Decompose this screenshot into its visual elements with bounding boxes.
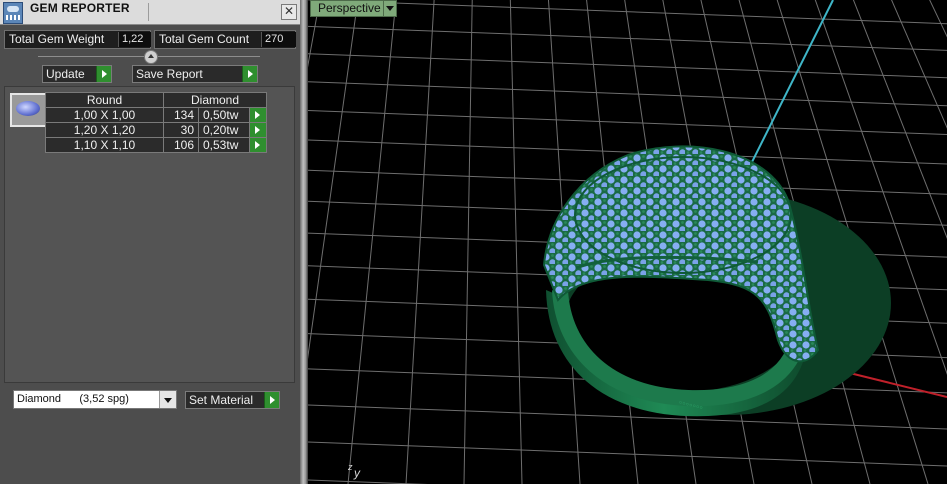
grid-line [308,0,468,484]
total-gem-count-value: 270 [261,32,296,47]
grid-line [308,0,463,484]
grid-line [308,0,459,484]
grid-line [308,81,947,107]
panel-title: GEM REPORTER [30,1,130,15]
grid-line [308,0,461,484]
grid-line [308,0,455,484]
gem-report-table: Round Diamond 1,00 X 1,00 134 0,50tw 1,2… [45,92,267,153]
grid-line [308,0,475,484]
close-icon[interactable]: ✕ [281,4,297,20]
row-select-button[interactable] [249,122,267,138]
save-report-button-label: Save Report [136,67,203,81]
grid-line [308,0,474,484]
grid-line [308,0,460,484]
panel-titlebar: GEM REPORTER ✕ [0,0,300,25]
update-button-label: Update [46,67,85,81]
grid-line [308,0,479,484]
gem-size-cell: 1,10 X 1,10 [45,137,164,153]
row-select-button[interactable] [249,107,267,123]
grid-line [308,0,464,484]
grid-line [308,0,321,68]
grid-line [308,0,467,484]
total-gem-weight-label: Total Gem Weight [9,32,105,46]
table-row: 1,10 X 1,10 106 0,53tw [45,137,267,153]
view-mode-label[interactable]: Perspective [310,0,388,17]
grid-line [308,0,482,484]
column-header-shape: Round [45,92,164,108]
grid-line [308,0,478,484]
grid-line [308,0,457,484]
grid-line [308,441,947,467]
play-arrow-icon [264,392,279,408]
grid-line [308,25,947,51]
grid-line [308,0,476,484]
z-axis-line [747,0,834,171]
grid-line [308,0,477,484]
grid-line [308,0,462,484]
ring-model[interactable]: ◦◦◦◦◦◦◦ [542,145,891,417]
gem-count-cell: 30 [163,122,199,138]
grid-line [308,0,471,484]
play-arrow-icon [242,66,257,82]
save-report-button[interactable]: Save Report [132,65,258,83]
play-arrow-icon [96,66,111,82]
ring-pave-top [574,156,792,274]
material-select[interactable]: Diamond (3,52 spg) [13,390,177,409]
grid-line [347,0,397,484]
total-gem-count-box: Total Gem Count 270 [154,30,296,49]
grid-line [308,404,947,430]
axis-gizmo-y-label: y [354,466,360,480]
dropdown-arrow-icon[interactable] [159,391,176,408]
gem-weight-cell: 0,53tw [198,137,250,153]
grid-line [509,0,523,484]
column-header-material: Diamond [163,92,267,108]
title-divider [148,3,149,21]
grid-line [308,0,481,484]
gem-count-cell: 106 [163,137,199,153]
gem-weight-cell: 0,50tw [198,107,250,123]
gem-reporter-panel: GEM REPORTER ✕ Total Gem Weight 1,22 Tot… [0,0,300,484]
grid-line [308,0,450,484]
slider-knob-icon[interactable] [144,50,158,64]
total-gem-count-label: Total Gem Count [159,32,250,46]
table-header-row: Round Diamond [45,92,267,108]
update-button[interactable]: Update [42,65,112,83]
grid-line [308,110,947,136]
total-gem-weight-box: Total Gem Weight 1,22 [4,30,151,49]
panel-viewport-splitter[interactable] [300,0,308,484]
gem-size-cell: 1,00 X 1,00 [45,107,164,123]
set-material-button[interactable]: Set Material [185,391,280,409]
total-gem-weight-value: 1,22 [118,32,151,47]
gem-thumbnail-icon[interactable] [10,93,48,127]
app-logo-icon [3,2,23,24]
set-material-button-label: Set Material [189,393,254,407]
grid-line [308,0,472,484]
grid-line [308,53,947,79]
material-select-value: Diamond (3,52 spg) [17,393,129,405]
row-select-button[interactable] [249,137,267,153]
grid-line [308,0,359,360]
viewport-scene: ◦◦◦◦◦◦◦ [308,0,947,484]
table-row: 1,00 X 1,00 134 0,50tw [45,107,267,123]
axis-gizmo-z-label: z [348,462,353,472]
dropdown-arrow-icon[interactable] [383,0,397,17]
gem-size-cell: 1,20 X 1,20 [45,122,164,138]
table-row: 1,20 X 1,20 30 0,20tw [45,122,267,138]
perspective-viewport[interactable]: ◦◦◦◦◦◦◦ Perspective z y [308,0,947,484]
grid-line [308,479,428,484]
gem-count-cell: 134 [163,107,199,123]
grid-line [308,0,456,484]
gem-weight-cell: 0,20tw [198,122,250,138]
grid-line [308,0,453,484]
grid-line [308,0,454,484]
grid-line [308,0,465,484]
